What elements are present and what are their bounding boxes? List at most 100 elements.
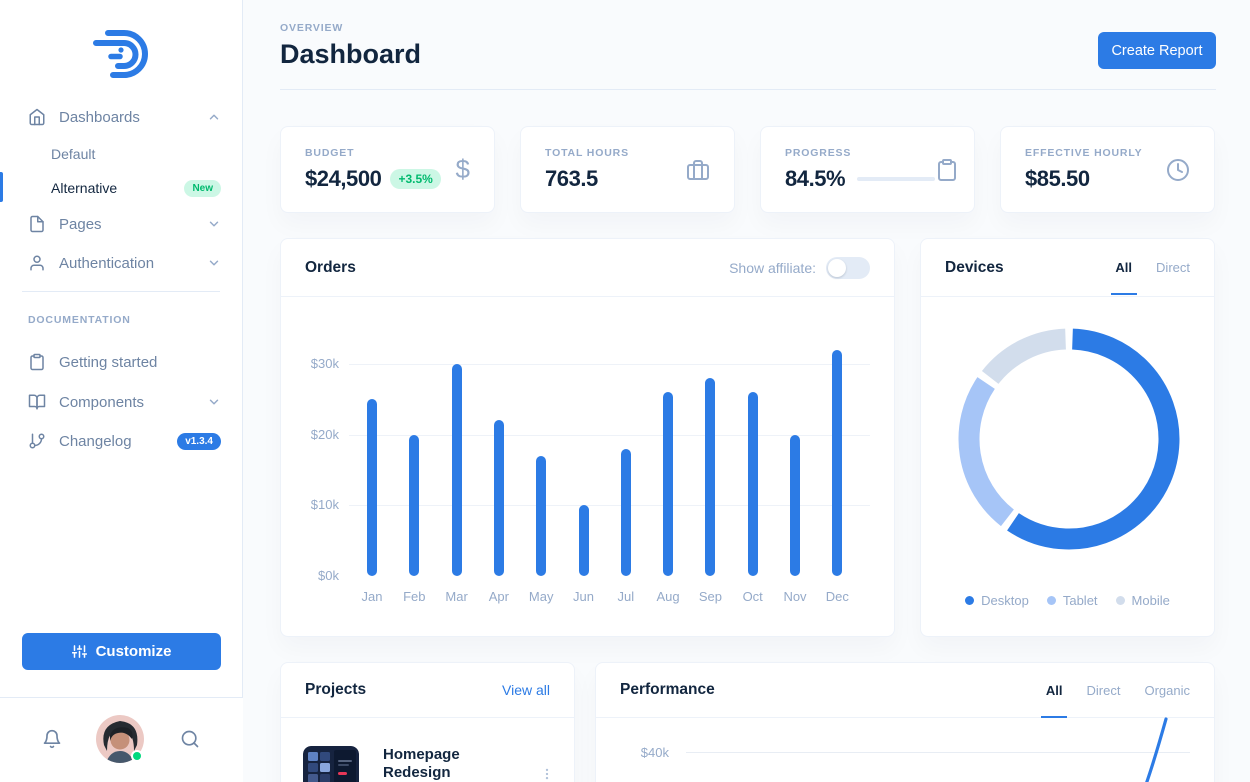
y-axis-tick-label: $30k	[310, 355, 339, 371]
sidebar-item-label: Dashboards	[59, 108, 140, 126]
legend-dot	[1115, 596, 1125, 605]
sidebar-item-default[interactable]: Default	[0, 138, 243, 170]
devices-card: Devices All Direct Desktop Tablet Mobile	[920, 238, 1215, 637]
progress-stat-card: PROGRESS 84.5%	[760, 126, 975, 213]
devices-card-title: Devices	[945, 258, 1004, 276]
bar-Jan	[367, 399, 377, 576]
bar-Jul	[620, 448, 631, 576]
bar-Mar	[451, 363, 462, 576]
divider	[22, 291, 220, 292]
version-badge: v1.3.4	[177, 432, 221, 450]
budget-stat-card: BUDGET $24,500 +3.5% $	[280, 126, 495, 213]
bar-May	[536, 455, 547, 576]
x-axis-tick-label: Sep	[698, 589, 722, 604]
sidebar-item-changelog[interactable]: Changelog v1.3.4	[0, 422, 243, 460]
sidebar-item-pages[interactable]: Pages	[0, 205, 243, 243]
git-branch-icon	[29, 433, 45, 449]
progress-bar	[857, 177, 936, 181]
bar-Nov	[790, 434, 800, 576]
total-hours-stat-card: TOTAL HOURS 763.5	[520, 126, 735, 213]
sidebar-item-getting-started[interactable]: Getting started	[0, 343, 243, 381]
performance-card: Performance All Direct Organic $40k	[595, 662, 1215, 782]
x-axis-tick-label: May	[528, 589, 554, 604]
donut-segment-mobile	[958, 328, 1180, 550]
sidebar-item-alternative[interactable]: Alternative New	[0, 172, 243, 204]
x-axis-tick-label: Jun	[573, 589, 594, 604]
devices-legend: Desktop Tablet Mobile	[921, 593, 1214, 608]
x-axis-tick-label: Dec	[825, 589, 849, 604]
stat-label: PROGRESS	[785, 147, 852, 159]
projects-card-title: Projects	[305, 681, 367, 698]
tab-direct[interactable]: Direct	[1087, 683, 1121, 698]
bar-Jun	[578, 505, 589, 576]
page-title: Dashboard	[280, 39, 422, 69]
legend-label: Tablet	[1062, 593, 1098, 608]
donut-segment-tablet	[958, 328, 1180, 550]
effective-hourly-stat-card: EFFECTIVE HOURLY $85.50	[1000, 126, 1215, 213]
bar-Oct	[747, 392, 758, 576]
show-affiliate-label: Show affiliate:	[729, 259, 816, 276]
y-axis-tick-label: $10k	[310, 497, 339, 513]
stat-label: BUDGET	[305, 147, 355, 159]
search-icon[interactable]	[180, 729, 200, 749]
customize-button[interactable]: Customize	[22, 633, 221, 670]
devices-donut-chart	[958, 328, 1180, 550]
performance-card-title: Performance	[620, 681, 715, 698]
docs-section-heading: DOCUMENTATION	[28, 314, 131, 326]
sidebar-item-label: Getting started	[59, 353, 158, 371]
view-all-link[interactable]: View all	[502, 682, 550, 698]
show-affiliate-toggle[interactable]	[826, 256, 870, 279]
trend-badge: +3.5%	[390, 169, 441, 189]
clock-icon	[1167, 158, 1189, 181]
sidebar-item-authentication[interactable]: Authentication	[0, 244, 243, 282]
sliders-icon	[71, 645, 87, 658]
stat-label: EFFECTIVE HOURLY	[1025, 147, 1143, 159]
project-list-item[interactable]: Homepage Redesign	[303, 746, 554, 782]
header-divider	[280, 89, 1216, 90]
app-logo-icon[interactable]	[93, 26, 149, 80]
bar-Dec	[832, 349, 843, 576]
y-axis-tick-label: $20k	[310, 426, 339, 442]
file-icon	[30, 215, 44, 233]
home-icon	[29, 108, 45, 126]
clipboard-icon	[938, 158, 957, 181]
page-eyebrow: OVERVIEW	[280, 22, 344, 34]
bar-Feb	[409, 434, 420, 576]
sidebar-item-components[interactable]: Components	[0, 383, 243, 421]
sidebar-item-dashboards[interactable]: Dashboards	[0, 98, 243, 136]
chevron-down-icon	[209, 260, 219, 266]
bar-Sep	[705, 378, 716, 576]
stat-value: $24,500	[305, 166, 382, 191]
legend-item-desktop[interactable]: Desktop	[965, 593, 1029, 608]
more-vertical-icon[interactable]	[540, 764, 554, 782]
orders-card: Orders Show affiliate: $0k $10k $20k $30k Ja…	[280, 238, 895, 637]
gridline	[349, 363, 870, 365]
stat-label: TOTAL HOURS	[545, 147, 629, 159]
legend-item-mobile[interactable]: Mobile	[1115, 593, 1170, 608]
sidebar-item-label: Default	[51, 146, 96, 162]
sidebar-item-label: Changelog	[59, 432, 132, 450]
online-status-dot	[131, 750, 143, 762]
stat-value: 763.5	[545, 166, 598, 191]
tab-all[interactable]: All	[1046, 683, 1063, 698]
sidebar-item-label: Alternative	[51, 180, 118, 196]
tab-direct[interactable]: Direct	[1156, 260, 1190, 275]
x-axis-tick-label: Mar	[445, 589, 468, 604]
project-thumbnail	[303, 746, 359, 782]
x-axis-tick-label: Oct	[742, 589, 763, 604]
tab-all[interactable]: All	[1115, 260, 1132, 275]
tab-organic[interactable]: Organic	[1144, 683, 1190, 698]
bell-icon[interactable]	[42, 729, 62, 749]
legend-dot	[965, 596, 975, 605]
dashboard-app: Dashboards Default Alternative New Pages…	[0, 0, 1250, 782]
dollar-sign-icon: $	[455, 154, 470, 184]
create-report-button[interactable]: Create Report	[1098, 32, 1216, 69]
legend-item-tablet[interactable]: Tablet	[1046, 593, 1098, 608]
sidebar: Dashboards Default Alternative New Pages…	[0, 0, 243, 782]
briefcase-icon	[687, 159, 709, 180]
orders-card-title: Orders	[305, 258, 356, 276]
y-axis-tick-label: $0k	[318, 568, 339, 583]
avatar[interactable]	[96, 715, 144, 763]
sidebar-item-label: Pages	[59, 215, 102, 233]
book-open-icon	[28, 394, 46, 410]
